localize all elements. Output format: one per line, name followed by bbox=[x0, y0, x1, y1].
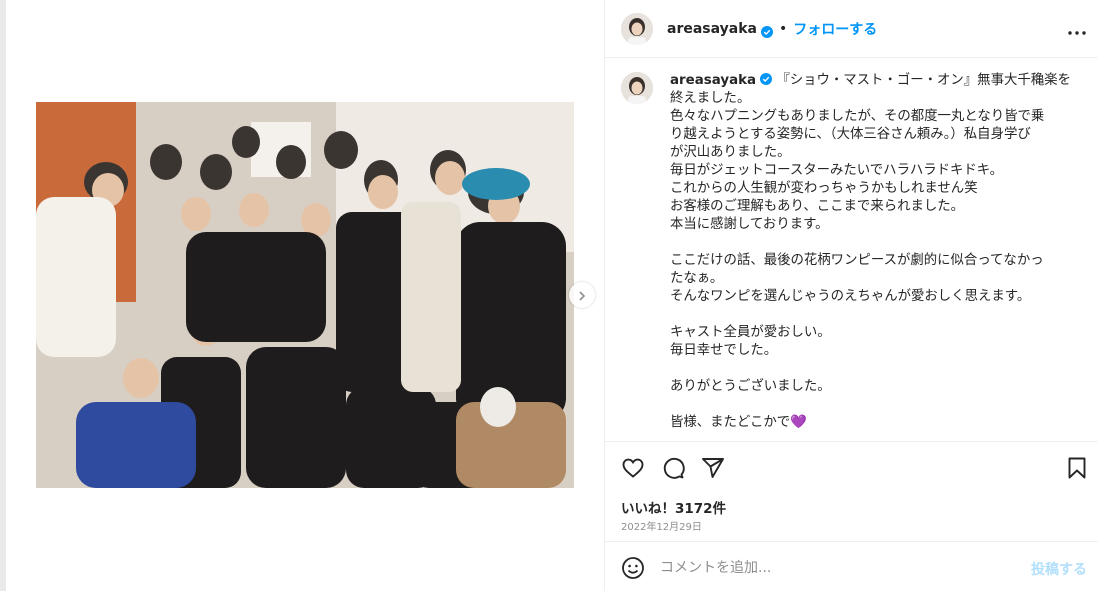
comment-icon bbox=[661, 456, 685, 484]
caption-line: 本当に感謝しております。 bbox=[670, 217, 829, 232]
like-button[interactable] bbox=[619, 456, 647, 484]
separator-dot: • bbox=[778, 20, 788, 37]
share-icon bbox=[701, 456, 725, 484]
bookmark-icon bbox=[1065, 456, 1089, 484]
next-photo-button[interactable] bbox=[569, 282, 595, 308]
share-button[interactable] bbox=[699, 456, 727, 484]
emoji-button[interactable] bbox=[621, 556, 647, 582]
caption-line: 終えました。 bbox=[670, 91, 751, 106]
verified-badge-icon bbox=[760, 23, 773, 38]
comment-button[interactable] bbox=[659, 456, 687, 484]
caption-username-link[interactable]: areasayaka bbox=[670, 73, 756, 88]
backdrop-edge bbox=[0, 0, 10, 591]
caption-line: たなぁ。 bbox=[670, 271, 724, 286]
save-button[interactable] bbox=[1063, 456, 1091, 484]
caption-line: これからの人生観が変わっちゃうかもしれません笑 bbox=[670, 181, 978, 196]
more-options-button[interactable] bbox=[1067, 19, 1087, 39]
caption-line: 皆様、またどこかで💜 bbox=[670, 415, 807, 430]
post-actions: いいね！3172件 2022年12月29日 bbox=[605, 441, 1098, 541]
caption-line: キャスト全員が愛おしい。 bbox=[670, 325, 831, 340]
caption-line: 毎日幸せでした。 bbox=[670, 343, 778, 358]
avatar[interactable] bbox=[621, 12, 653, 45]
post-date[interactable]: 2022年12月29日 bbox=[621, 518, 702, 533]
username-link[interactable]: areasayaka bbox=[667, 21, 757, 37]
caption-line: 『ショウ・マスト・ゴー・オン』無事大千穐楽を bbox=[776, 73, 1071, 88]
caption-line: 色々なハプニングもありましたが、その都度一丸となり皆で乗 bbox=[670, 109, 1045, 124]
caption-area: areasayaka 『ショウ・マスト・ゴー・オン』無事大千穐楽を 終えました。… bbox=[605, 59, 1098, 441]
comment-input[interactable] bbox=[660, 554, 1020, 582]
emoji-icon bbox=[621, 557, 645, 584]
heart-icon bbox=[621, 456, 645, 484]
chevron-right-icon bbox=[577, 286, 587, 305]
follow-button[interactable]: フォローする bbox=[793, 19, 877, 39]
post-header: areasayaka • フォローする bbox=[605, 0, 1098, 58]
verified-badge-icon bbox=[760, 73, 773, 85]
caption-line: お客様のご理解もあり、ここまで来られました。 bbox=[670, 199, 965, 214]
post-photo bbox=[36, 102, 574, 488]
caption-body: 『ショウ・マスト・ゴー・オン』無事大千穐楽を 終えました。 色々なハプニングもあ… bbox=[670, 73, 1071, 430]
likes-count[interactable]: いいね！3172件 bbox=[621, 497, 726, 517]
caption-line: ありがとうございました。 bbox=[670, 379, 831, 394]
post-comment-button[interactable]: 投稿する bbox=[1031, 559, 1087, 579]
comment-bar: 投稿する bbox=[605, 541, 1098, 591]
caption-line: が沢山ありました。 bbox=[670, 145, 791, 160]
caption-avatar[interactable] bbox=[621, 72, 653, 104]
more-options-icon bbox=[1068, 20, 1086, 39]
media-pane bbox=[10, 0, 604, 591]
caption-text: areasayaka 『ショウ・マスト・ゴー・オン』無事大千穐楽を 終えました。… bbox=[670, 72, 1080, 432]
post-sidebar: areasayaka • フォローする areasayaka 『ショウ・マスト・… bbox=[604, 0, 1098, 591]
caption-line: 毎日がジェットコースターみたいでハラハラドキドキ。 bbox=[670, 163, 1004, 178]
caption-line: り越えようとする姿勢に、（大体三谷さん頼み。）私自身学び bbox=[670, 127, 1031, 142]
caption-line: ここだけの話、最後の花柄ワンピースが劇的に似合ってなかっ bbox=[670, 253, 1044, 268]
caption-line: そんなワンピを選んじゃうのえちゃんが愛おしく思えます。 bbox=[670, 289, 1031, 304]
